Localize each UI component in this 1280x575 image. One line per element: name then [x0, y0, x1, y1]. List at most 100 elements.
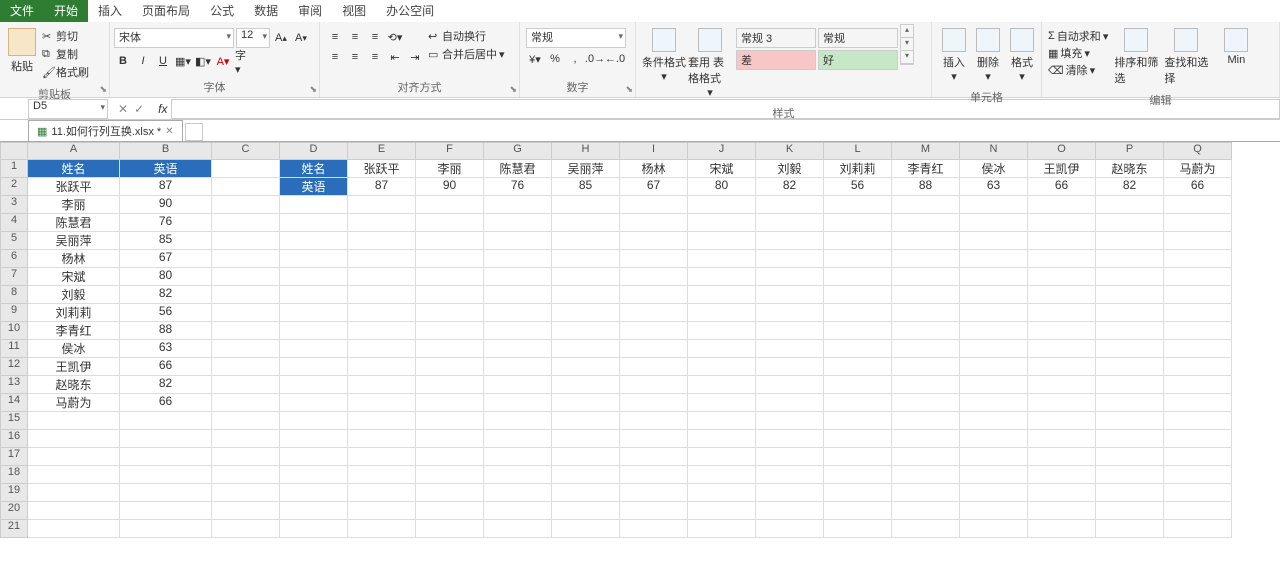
cell[interactable] — [824, 268, 892, 286]
cell[interactable] — [416, 268, 484, 286]
cell[interactable] — [824, 394, 892, 412]
cell[interactable] — [212, 520, 280, 538]
cell[interactable] — [28, 412, 120, 430]
cell[interactable] — [960, 196, 1028, 214]
cell[interactable] — [756, 430, 824, 448]
cell[interactable] — [892, 304, 960, 322]
cell[interactable] — [892, 376, 960, 394]
cell[interactable] — [824, 502, 892, 520]
cell[interactable] — [1096, 250, 1164, 268]
delete-cells-button[interactable]: 删除▾ — [972, 28, 1004, 83]
cell[interactable] — [1164, 214, 1232, 232]
cell[interactable] — [552, 412, 620, 430]
cell[interactable] — [484, 394, 552, 412]
cell[interactable]: 90 — [120, 196, 212, 214]
cell[interactable] — [416, 376, 484, 394]
cell[interactable] — [756, 412, 824, 430]
cell[interactable] — [1164, 304, 1232, 322]
cell[interactable] — [416, 484, 484, 502]
font-color-button[interactable]: A▾ — [214, 52, 232, 70]
cell[interactable] — [824, 376, 892, 394]
cell[interactable] — [824, 304, 892, 322]
cell[interactable]: 陈慧君 — [28, 214, 120, 232]
cell[interactable]: 88 — [120, 322, 212, 340]
cell[interactable] — [348, 304, 416, 322]
cell[interactable] — [620, 502, 688, 520]
cell[interactable] — [824, 214, 892, 232]
cell[interactable]: 宋斌 — [688, 160, 756, 178]
insert-cells-button[interactable]: 插入▾ — [938, 28, 970, 83]
cell[interactable] — [348, 394, 416, 412]
style-gallery-spinner[interactable]: ▴▾▾ — [900, 24, 914, 65]
cell[interactable]: 李丽 — [416, 160, 484, 178]
cell[interactable] — [484, 268, 552, 286]
currency-button[interactable]: ¥▾ — [526, 50, 544, 68]
cell[interactable] — [1164, 196, 1232, 214]
cell[interactable] — [484, 502, 552, 520]
cell[interactable] — [824, 232, 892, 250]
group-launcher-icon[interactable]: ⬊ — [99, 84, 107, 95]
cell[interactable]: 66 — [1028, 178, 1096, 196]
cell[interactable]: 姓名 — [280, 160, 348, 178]
cell[interactable] — [1164, 268, 1232, 286]
cell[interactable] — [1096, 232, 1164, 250]
cell[interactable]: 88 — [892, 178, 960, 196]
menu-tab-layout[interactable]: 页面布局 — [132, 0, 200, 22]
cell[interactable] — [348, 322, 416, 340]
cell[interactable] — [212, 502, 280, 520]
cell[interactable] — [1096, 304, 1164, 322]
cell[interactable] — [212, 322, 280, 340]
cell[interactable] — [280, 394, 348, 412]
name-box[interactable]: D5 — [28, 99, 108, 119]
cell[interactable] — [824, 430, 892, 448]
cell[interactable] — [892, 214, 960, 232]
cell[interactable] — [212, 484, 280, 502]
cell[interactable] — [892, 340, 960, 358]
cell[interactable] — [892, 268, 960, 286]
row-header[interactable]: 17 — [0, 448, 28, 466]
phonetic-button[interactable]: 字▾ — [234, 52, 252, 70]
cell[interactable]: 67 — [120, 250, 212, 268]
cell[interactable]: 宋斌 — [28, 268, 120, 286]
cell[interactable]: 66 — [1164, 178, 1232, 196]
cell[interactable] — [484, 232, 552, 250]
cell[interactable] — [212, 430, 280, 448]
cell[interactable] — [484, 448, 552, 466]
cell[interactable] — [824, 358, 892, 376]
cell[interactable] — [1164, 322, 1232, 340]
cell[interactable]: 刘毅 — [28, 286, 120, 304]
cell[interactable] — [688, 268, 756, 286]
cell[interactable] — [280, 304, 348, 322]
cell[interactable] — [1028, 340, 1096, 358]
row-header[interactable]: 16 — [0, 430, 28, 448]
cell[interactable]: 82 — [120, 286, 212, 304]
cell[interactable] — [212, 250, 280, 268]
cell[interactable] — [960, 358, 1028, 376]
cell[interactable] — [348, 232, 416, 250]
cell[interactable] — [348, 196, 416, 214]
cell[interactable] — [120, 520, 212, 538]
cell[interactable] — [960, 376, 1028, 394]
cell[interactable]: 87 — [348, 178, 416, 196]
column-header[interactable]: G — [484, 142, 552, 160]
row-header[interactable]: 10 — [0, 322, 28, 340]
cell[interactable] — [212, 196, 280, 214]
align-left-button[interactable]: ≡ — [326, 48, 344, 66]
cell[interactable]: 杨林 — [28, 250, 120, 268]
cell[interactable] — [552, 466, 620, 484]
cell[interactable] — [120, 412, 212, 430]
cell[interactable] — [620, 322, 688, 340]
shrink-font-button[interactable]: A▾ — [292, 29, 310, 47]
cell[interactable]: 王凯伊 — [28, 358, 120, 376]
cell[interactable]: 刘莉莉 — [824, 160, 892, 178]
cell[interactable] — [212, 304, 280, 322]
cell[interactable] — [280, 232, 348, 250]
align-right-button[interactable]: ≡ — [366, 48, 384, 66]
cell[interactable]: 姓名 — [28, 160, 120, 178]
cell[interactable] — [416, 448, 484, 466]
cell[interactable] — [960, 232, 1028, 250]
cell[interactable] — [552, 304, 620, 322]
cell[interactable] — [824, 466, 892, 484]
decrease-decimal-button[interactable]: ←.0 — [606, 50, 624, 68]
cell[interactable] — [1096, 358, 1164, 376]
